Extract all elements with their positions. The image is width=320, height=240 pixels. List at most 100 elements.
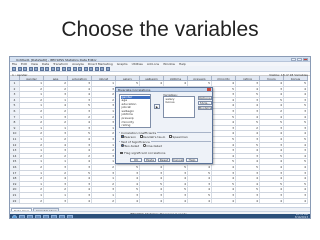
- table-cell[interactable]: 3: [260, 125, 284, 131]
- table-cell[interactable]: 3: [260, 86, 284, 92]
- table-cell[interactable]: 5: [284, 120, 308, 125]
- select-cases-icon[interactable]: [89, 67, 93, 71]
- redo-icon[interactable]: [39, 67, 44, 71]
- table-cell[interactable]: 4: [188, 176, 212, 181]
- table-cell[interactable]: 3: [44, 165, 68, 170]
- table-cell[interactable]: 1: [44, 97, 68, 103]
- table-cell[interactable]: 3: [44, 92, 68, 97]
- table-cell[interactable]: 4: [212, 176, 236, 181]
- table-cell[interactable]: 3: [212, 92, 236, 97]
- table-cell[interactable]: 2: [44, 170, 68, 176]
- table-cell[interactable]: 5: [236, 120, 260, 125]
- row-number[interactable]: 2: [10, 86, 20, 92]
- table-cell[interactable]: 4: [284, 165, 308, 170]
- table-cell[interactable]: 5: [212, 159, 236, 164]
- table-cell[interactable]: 5: [116, 165, 140, 170]
- table-cell[interactable]: 4: [284, 92, 308, 97]
- ok-button[interactable]: OK: [130, 158, 142, 162]
- table-cell[interactable]: 2: [20, 153, 44, 159]
- column-header[interactable]: hours: [260, 76, 284, 80]
- table-cell[interactable]: 3: [284, 148, 308, 153]
- table-cell[interactable]: 2: [68, 153, 92, 159]
- row-number[interactable]: 6: [10, 109, 20, 114]
- table-cell[interactable]: 1: [20, 125, 44, 131]
- table-cell[interactable]: 3: [92, 86, 116, 92]
- table-cell[interactable]: 5: [284, 137, 308, 142]
- column-header[interactable]: rating: [236, 76, 260, 80]
- table-cell[interactable]: 4: [212, 103, 236, 108]
- table-cell[interactable]: 3: [92, 187, 116, 192]
- row-number[interactable]: 19: [10, 181, 20, 187]
- table-cell[interactable]: 2: [236, 125, 260, 131]
- print-icon[interactable]: [23, 67, 27, 71]
- table-cell[interactable]: 2: [20, 165, 44, 170]
- table-cell[interactable]: 5: [212, 181, 236, 187]
- table-cell[interactable]: 2: [20, 97, 44, 103]
- table-cell[interactable]: 4: [68, 148, 92, 153]
- table-cell[interactable]: 4: [188, 165, 212, 170]
- table-cell[interactable]: 3: [68, 181, 92, 187]
- table-cell[interactable]: 4: [284, 153, 308, 159]
- table-cell[interactable]: 5: [164, 165, 188, 170]
- save-icon[interactable]: [17, 67, 22, 71]
- table-cell[interactable]: 4: [164, 198, 188, 204]
- table-cell[interactable]: 4: [164, 181, 188, 187]
- table-cell[interactable]: 4: [260, 92, 284, 97]
- table-cell[interactable]: 4: [260, 148, 284, 153]
- table-cell[interactable]: 1: [44, 125, 68, 131]
- table-cell[interactable]: 5: [284, 181, 308, 187]
- table-cell[interactable]: 4: [68, 159, 92, 164]
- row-number[interactable]: 10: [10, 131, 20, 136]
- table-cell[interactable]: 1: [20, 170, 44, 176]
- table-cell[interactable]: 1: [20, 103, 44, 108]
- table-cell[interactable]: 5: [212, 114, 236, 120]
- table-cell[interactable]: 3: [68, 97, 92, 103]
- significance-option[interactable]: Two-tailed: [121, 144, 139, 148]
- start-button-icon[interactable]: [12, 214, 17, 218]
- table-cell[interactable]: 1: [92, 109, 116, 114]
- table-cell[interactable]: 5: [260, 181, 284, 187]
- split-file-icon[interactable]: [78, 67, 82, 71]
- table-cell[interactable]: 4: [284, 187, 308, 192]
- table-cell[interactable]: 4: [188, 187, 212, 192]
- table-cell[interactable]: 4: [260, 165, 284, 170]
- insert-cases-icon[interactable]: [67, 67, 71, 71]
- row-number[interactable]: 11: [10, 137, 20, 142]
- word-icon[interactable]: [59, 215, 65, 218]
- table-cell[interactable]: 4: [236, 176, 260, 181]
- significance-option[interactable]: One-tailed: [143, 144, 162, 148]
- coefficient-option[interactable]: Spearman: [169, 135, 188, 139]
- table-cell[interactable]: 5: [236, 142, 260, 148]
- spell-check-icon[interactable]: [105, 67, 110, 71]
- row-number[interactable]: 14: [10, 153, 20, 159]
- table-cell[interactable]: 2: [92, 97, 116, 103]
- table-cell[interactable]: 2: [44, 120, 68, 125]
- table-cell[interactable]: 1: [20, 114, 44, 120]
- table-cell[interactable]: 2: [92, 131, 116, 136]
- side-button[interactable]: Bootstrap...: [198, 106, 212, 110]
- table-cell[interactable]: 3: [236, 109, 260, 114]
- table-cell[interactable]: 5: [212, 137, 236, 142]
- table-cell[interactable]: 3: [116, 170, 140, 176]
- table-cell[interactable]: 3: [92, 137, 116, 142]
- checkbox-icon[interactable]: [120, 151, 123, 155]
- variables-icon[interactable]: [56, 67, 60, 71]
- table-cell[interactable]: 3: [68, 193, 92, 198]
- table-cell[interactable]: 4: [116, 198, 140, 204]
- table-cell[interactable]: 2: [20, 120, 44, 125]
- reset-button[interactable]: Reset: [158, 158, 170, 162]
- column-header[interactable]: prevexp: [188, 76, 212, 80]
- table-cell[interactable]: 3: [284, 109, 308, 114]
- table-cell[interactable]: 3: [68, 125, 92, 131]
- table-cell[interactable]: 5: [68, 131, 92, 136]
- table-cell[interactable]: 2: [44, 137, 68, 142]
- column-header[interactable]: education: [68, 76, 92, 80]
- table-cell[interactable]: 3: [44, 148, 68, 153]
- table-cell[interactable]: 5: [236, 187, 260, 192]
- row-number[interactable]: 9: [10, 125, 20, 131]
- table-cell[interactable]: 2: [20, 187, 44, 192]
- table-cell[interactable]: 1: [20, 159, 44, 164]
- table-cell[interactable]: 2: [20, 131, 44, 136]
- table-cell[interactable]: 5: [116, 187, 140, 192]
- table-cell[interactable]: 4: [236, 103, 260, 108]
